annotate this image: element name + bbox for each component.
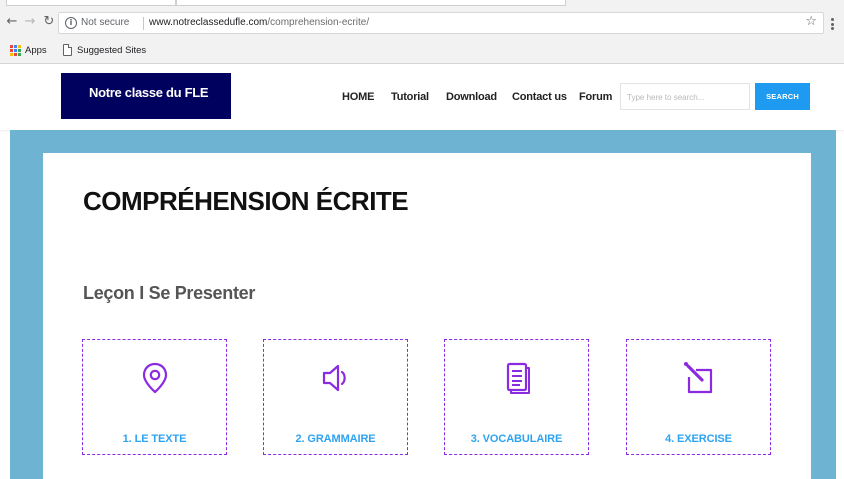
nav-contact-us[interactable]: Contact us <box>512 91 567 103</box>
section-label: 1. LE TEXTE <box>122 433 187 445</box>
bookmark-star-icon[interactable]: ☆ <box>805 14 817 29</box>
back-arrow-icon[interactable]: ← <box>5 15 19 29</box>
browser-tab[interactable] <box>176 0 566 6</box>
reload-icon[interactable]: ↻ <box>42 15 56 29</box>
section-box-exercise[interactable]: 4. EXERCISE <box>626 339 771 455</box>
security-status: Not secure <box>81 17 130 28</box>
apps-grid-icon[interactable] <box>10 45 21 56</box>
nav-download[interactable]: Download <box>446 91 497 103</box>
section-box-texte[interactable]: 1. LE TEXTE <box>82 339 227 455</box>
address-bar[interactable]: i Not secure www.notreclassedufle.com/co… <box>58 12 824 34</box>
bookmark-suggested-sites[interactable]: Suggested Sites <box>77 45 146 56</box>
bookmark-apps[interactable]: Apps <box>25 45 47 56</box>
url-text[interactable]: www.notreclassedufle.com/comprehension-e… <box>149 17 369 28</box>
url-path: /comprehension-ecrite/ <box>267 17 370 28</box>
section-label: 4. EXERCISE <box>665 433 732 445</box>
page-icon <box>63 44 72 56</box>
nav-tutorial[interactable]: Tutorial <box>391 91 429 103</box>
url-domain: www.notreclassedufle.com <box>149 17 268 28</box>
page-title: COMPRÉHENSION ÉCRITE <box>83 186 409 216</box>
section-box-grammaire[interactable]: 2. GRAMMAIRE <box>263 339 408 455</box>
location-pin-icon <box>142 362 167 394</box>
info-icon[interactable]: i <box>65 17 77 29</box>
forward-arrow-icon[interactable]: → <box>23 15 37 29</box>
browser-chrome: ← → ↻ i Not secure www.notreclassedufle.… <box>0 0 844 64</box>
bookmarks-bar: Apps Suggested Sites <box>0 40 844 62</box>
document-icon <box>506 362 530 394</box>
nav-home[interactable]: HOME <box>342 91 374 103</box>
speaker-icon <box>322 364 346 392</box>
browser-menu-icon[interactable] <box>830 18 834 32</box>
omnibox-divider <box>143 17 144 30</box>
site-header: Notre classe du FLE HOME Tutorial Downlo… <box>0 64 844 130</box>
nav-forum[interactable]: Forum <box>579 91 612 103</box>
tab-strip <box>0 0 844 6</box>
browser-tab[interactable] <box>6 0 176 6</box>
section-label: 2. GRAMMAIRE <box>295 433 376 445</box>
lesson-title: Leçon I Se Presenter <box>83 283 256 303</box>
search-button[interactable]: SEARCH <box>755 83 810 110</box>
section-box-vocabulaire[interactable]: 3. VOCABULAIRE <box>444 339 589 455</box>
search-input[interactable]: Type here to search... <box>620 83 750 110</box>
site-logo[interactable]: Notre classe du FLE <box>61 73 231 119</box>
browser-toolbar: ← → ↻ i Not secure www.notreclassedufle.… <box>0 8 844 38</box>
edit-pencil-icon <box>683 362 712 394</box>
section-label: 3. VOCABULAIRE <box>470 433 563 445</box>
logo-text: Notre classe du FLE <box>89 85 209 100</box>
